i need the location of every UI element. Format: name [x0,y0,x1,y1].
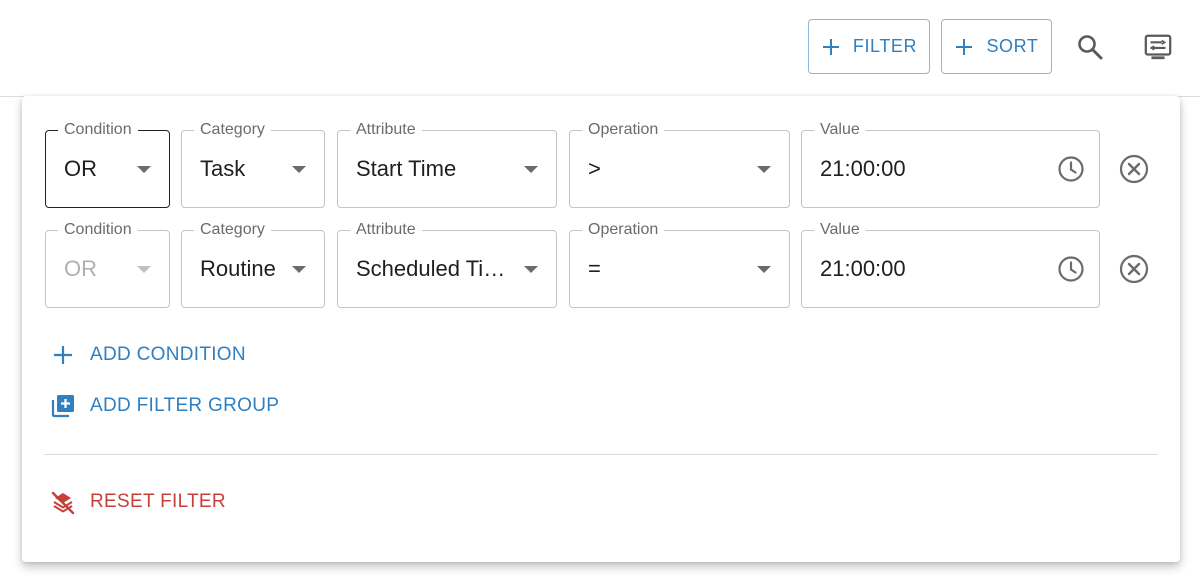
operation-select[interactable]: Operation > [569,120,790,208]
density-icon[interactable] [1141,30,1175,64]
plus-icon [822,38,839,55]
category-select[interactable]: Category Task [181,120,325,208]
value-time-input[interactable]: Value 21:00:00 [801,120,1100,208]
value-label: Value [814,120,866,140]
chevron-down-icon [524,266,538,273]
add-filter-group-label: ADD FILTER GROUP [90,395,280,416]
operation-label: Operation [582,220,665,240]
remove-condition-icon[interactable] [1118,253,1150,285]
value-time-input[interactable]: Value 21:00:00 [801,220,1100,308]
sort-button[interactable]: SORT [941,19,1052,74]
reset-filter-label: RESET FILTER [90,491,226,512]
chevron-down-icon [757,166,771,173]
add-filter-group-button[interactable]: ADD FILTER GROUP [50,393,279,419]
category-label: Category [194,220,271,240]
divider [44,454,1158,455]
category-label: Category [194,120,271,140]
search-icon[interactable] [1073,30,1107,64]
filter-button[interactable]: FILTER [808,19,930,74]
category-select[interactable]: Category Routine [181,220,325,308]
attribute-value: Start Time [356,156,457,181]
filter-panel: Condition OR Category Task Attribute Sta… [22,96,1180,562]
attribute-label: Attribute [350,220,422,240]
remove-condition-icon[interactable] [1118,153,1150,185]
chevron-down-icon [137,166,151,173]
clock-icon[interactable] [1057,255,1085,283]
add-condition-button[interactable]: ADD CONDITION [50,342,246,368]
add-condition-label: ADD CONDITION [90,344,246,365]
plus-icon [54,346,72,364]
attribute-label: Attribute [350,120,422,140]
attribute-select[interactable]: Attribute Start Time [337,120,557,208]
clock-icon[interactable] [1057,155,1085,183]
value-text: 21:00:00 [820,256,906,281]
condition-value: OR [64,256,97,281]
value-text: 21:00:00 [820,156,906,181]
chevron-down-icon [757,266,771,273]
reset-filter-button[interactable]: RESET FILTER [50,489,226,515]
condition-select[interactable]: Condition OR [45,120,170,208]
attribute-select[interactable]: Attribute Scheduled Ti… [337,220,557,308]
sort-button-label: SORT [986,36,1039,56]
chevron-down-icon [292,166,306,173]
category-value: Task [200,156,246,181]
library-add-icon [51,395,74,418]
value-label: Value [814,220,866,240]
top-toolbar: FILTER SORT [0,0,1200,97]
filter-off-icon [51,491,75,515]
condition-label: Condition [58,120,138,140]
operation-value: > [588,156,601,181]
condition-value: OR [64,156,97,181]
condition-label: Condition [58,220,138,240]
category-value: Routine [200,256,276,281]
filter-button-label: FILTER [852,36,918,56]
attribute-value: Scheduled Ti… [356,256,506,281]
operation-select[interactable]: Operation = [569,220,790,308]
chevron-down-icon [137,266,151,273]
plus-icon [956,38,973,55]
chevron-down-icon [524,166,538,173]
condition-select: Condition OR [45,220,170,308]
operation-label: Operation [582,120,665,140]
chevron-down-icon [292,266,306,273]
operation-value: = [588,256,601,281]
